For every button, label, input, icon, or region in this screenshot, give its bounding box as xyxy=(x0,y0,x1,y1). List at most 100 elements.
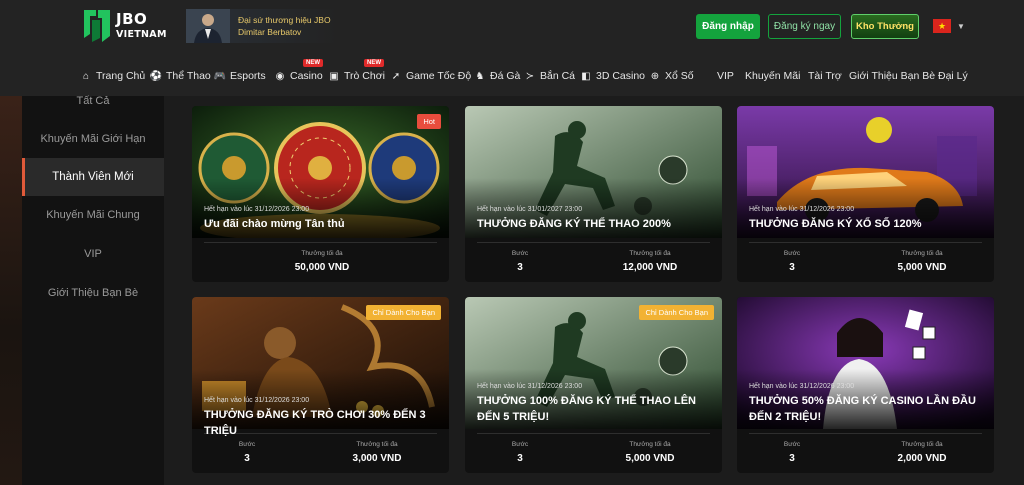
new-badge: NEW xyxy=(364,59,384,67)
steps-label: Bước xyxy=(238,441,256,448)
promo-title: THƯỞNG ĐĂNG KÝ THỂ THAO 200% xyxy=(477,218,671,230)
logo-line1: JBO xyxy=(116,10,148,29)
nav-cockfight[interactable]: ♞ Đá Gà xyxy=(474,68,521,84)
nav-lottery[interactable]: ⊕ Xổ Số xyxy=(649,68,694,84)
nav-fishing[interactable]: ≻ Bắn Cá xyxy=(524,68,575,84)
card-divider xyxy=(749,433,982,434)
steps-label: Bước xyxy=(511,250,529,257)
register-button[interactable]: Đăng ký ngay xyxy=(768,14,841,39)
steps-value: 3 xyxy=(244,453,250,464)
max-bonus-label: Thưởng tối đa xyxy=(901,250,943,257)
card-divider xyxy=(204,242,437,243)
steps-value: 3 xyxy=(789,262,795,273)
nav-label: Bắn Cá xyxy=(540,70,576,82)
gamepad-icon: 🎮 xyxy=(213,70,227,82)
speed-icon: ➚ xyxy=(391,70,401,82)
expiry-text: Hết hạn vào lúc 31/12/2026 23:00 xyxy=(204,397,310,404)
max-bonus-label: Thưởng tối đa xyxy=(356,441,398,448)
brand-ambassador-banner[interactable]: Đại sứ thương hiệu JBO Dimitar Berbatov xyxy=(186,9,336,43)
steps-value: 3 xyxy=(517,262,523,273)
home-icon: ⌂ xyxy=(82,70,90,82)
expiry-text: Hết hạn vào lúc 31/12/2026 23:00 xyxy=(477,383,583,390)
sidebar-item-general[interactable]: Khuyến Mãi Chung xyxy=(22,196,164,234)
nav-sponsorship[interactable]: Tài Trợ xyxy=(808,68,842,84)
promotion-category-sidebar: Tất Cả Khuyến Mãi Giới Hạn Thành Viên Mớ… xyxy=(22,95,164,485)
promo-card[interactable]: Chỉ Dành Cho Bạn Hết hạn vào lúc 31/12/2… xyxy=(465,297,722,473)
card-divider xyxy=(749,242,982,243)
promo-title: Ưu đãi chào mừng Tân thủ xyxy=(204,218,345,230)
nav-label: Trò Chơi xyxy=(344,70,385,82)
ambassador-title: Đại sứ thương hiệu JBO xyxy=(238,15,331,25)
steps-value: 3 xyxy=(517,453,523,464)
nav-vip[interactable]: VIP xyxy=(717,68,734,84)
sidebar-item-limited[interactable]: Khuyến Mãi Giới Hạn xyxy=(22,120,164,158)
nav-esports[interactable]: 🎮 Esports xyxy=(214,68,266,84)
promo-card[interactable]: Chỉ Dành Cho Bạn Hết hạn vào lúc 31/12/2… xyxy=(192,297,449,473)
max-bonus-value: 5,000 VND xyxy=(625,453,675,464)
sidebar-item-referral[interactable]: Giới Thiệu Bạn Bè xyxy=(22,274,164,312)
nav-promotions[interactable]: Khuyến Mãi xyxy=(745,68,800,84)
soccer-ball-icon: ⚽ xyxy=(149,70,163,82)
sidebar-item-all[interactable]: Tất Cả xyxy=(22,82,164,120)
nav-label: Đại Lý xyxy=(938,70,968,82)
max-bonus-value: 12,000 VND xyxy=(622,262,678,273)
nav-label: VIP xyxy=(717,70,734,82)
promo-title: THƯỞNG ĐĂNG KÝ XỔ SỐ 120% xyxy=(749,218,922,230)
hot-tag: Hot xyxy=(417,114,441,129)
nav-label: Trang Chủ xyxy=(96,70,146,82)
promo-card[interactable]: Hết hạn vào lúc 31/12/2026 23:00 THƯỞNG … xyxy=(737,297,994,473)
expiry-text: Hết hạn vào lúc 31/12/2026 23:00 xyxy=(204,206,310,213)
logo-mark-icon xyxy=(82,8,112,44)
vietnam-flag-icon[interactable]: ★ xyxy=(933,19,951,33)
language-caret-icon[interactable]: ▼ xyxy=(957,22,965,31)
login-button[interactable]: Đăng nhập xyxy=(696,14,760,39)
max-bonus-value: 3,000 VND xyxy=(352,453,402,464)
nav-speed-games[interactable]: ➚ Game Tốc Độ xyxy=(390,68,471,84)
nav-label: Khuyến Mãi xyxy=(745,70,801,82)
max-bonus-label: Thưởng tối đa xyxy=(629,441,671,448)
nav-label: Giới Thiệu Bạn Bè xyxy=(849,70,936,82)
ambassador-name: Dimitar Berbatov xyxy=(238,27,302,37)
nav-games[interactable]: NEW ▣ Trò Chơi xyxy=(328,59,385,84)
card-divider xyxy=(477,242,710,243)
max-bonus-value: 50,000 VND xyxy=(294,262,350,273)
promo-card[interactable]: Hết hạn vào lúc 31/01/2027 23:00 THƯỞNG … xyxy=(465,106,722,282)
expiry-text: Hết hạn vào lúc 31/12/2026 23:00 xyxy=(749,206,855,213)
promo-card[interactable]: Hết hạn vào lúc 31/12/2026 23:00 THƯỞNG … xyxy=(737,106,994,282)
cube-icon: ◧ xyxy=(581,70,591,82)
expiry-text: Hết hạn vào lúc 31/01/2027 23:00 xyxy=(477,206,583,213)
promo-title: THƯỞNG ĐĂNG KÝ TRÒ CHƠI 30% ĐẾN 3 TRIỆU xyxy=(204,409,426,437)
exclusive-tag: Chỉ Dành Cho Bạn xyxy=(639,305,714,320)
page-background-edge xyxy=(0,96,22,485)
logo-line2: VIETNAM xyxy=(116,29,167,41)
steps-label: Bước xyxy=(783,250,801,257)
promo-title: THƯỞNG 50% ĐĂNG KÝ CASINO LẦN ĐẦU ĐẾN 2 … xyxy=(749,395,976,423)
slot-machine-icon: ▣ xyxy=(329,70,339,82)
sidebar-item-vip[interactable]: VIP xyxy=(22,235,164,273)
nav-label: Esports xyxy=(230,70,266,82)
promo-title: THƯỞNG 100% ĐĂNG KÝ THỂ THAO LÊN ĐẾN 5 T… xyxy=(477,395,696,423)
jbo-logo[interactable]: JBO VIETNAM xyxy=(82,8,166,44)
max-bonus-value: 2,000 VND xyxy=(897,453,947,464)
nav-3d-casino[interactable]: ◧ 3D Casino xyxy=(580,68,645,84)
nav-label: Đá Gà xyxy=(490,70,521,82)
reward-vault-button[interactable]: Kho Thưởng xyxy=(851,14,919,39)
steps-label: Bước xyxy=(511,441,529,448)
lottery-ball-icon: ⊕ xyxy=(650,70,660,82)
nav-label: 3D Casino xyxy=(596,70,646,82)
card-divider xyxy=(477,433,710,434)
nav-agent[interactable]: Đại Lý xyxy=(938,68,968,84)
nav-label: Casino xyxy=(290,70,323,82)
nav-referral[interactable]: Giới Thiệu Bạn Bè xyxy=(849,68,935,84)
expiry-text: Hết hạn vào lúc 31/12/2026 23:00 xyxy=(749,383,855,390)
steps-value: 3 xyxy=(789,453,795,464)
ambassador-photo xyxy=(186,9,230,43)
max-bonus-value: 5,000 VND xyxy=(897,262,947,273)
steps-label: Bước xyxy=(783,441,801,448)
max-bonus-label: Thưởng tối đa xyxy=(301,250,343,257)
nav-casino[interactable]: NEW ◉ Casino xyxy=(274,59,323,84)
sidebar-item-new-member[interactable]: Thành Viên Mới xyxy=(22,158,164,196)
casino-chip-icon: ◉ xyxy=(275,70,285,82)
promo-card[interactable]: Hot Hết hạn vào lúc 31/12/2026 23:00 Ưu … xyxy=(192,106,449,282)
nav-label: Xổ Số xyxy=(665,70,694,82)
